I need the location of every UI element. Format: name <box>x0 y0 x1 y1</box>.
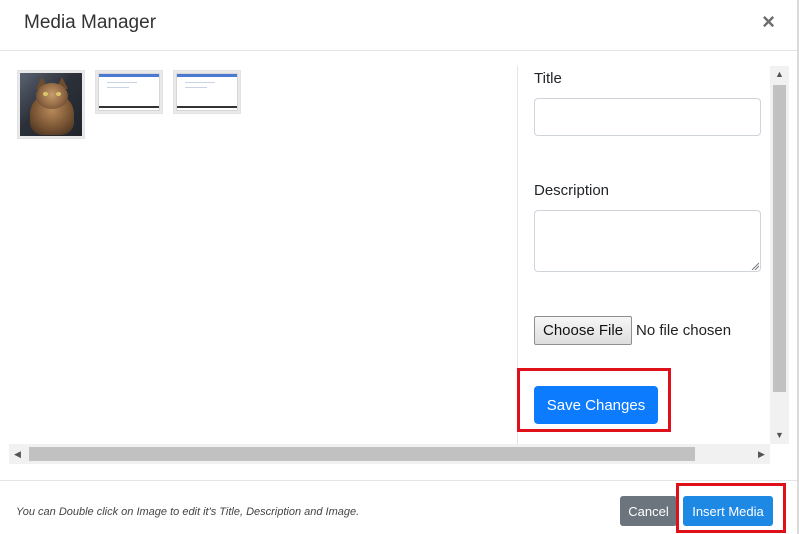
insert-media-button[interactable]: Insert Media <box>683 496 773 526</box>
horizontal-scrollbar[interactable]: ◀ ▶ <box>9 444 770 464</box>
media-manager-modal: Media Manager × Title Description Choose… <box>0 0 799 534</box>
choose-file-button[interactable]: Choose File <box>534 315 633 345</box>
help-note: You can Double click on Image to edit it… <box>16 506 360 518</box>
file-status-text: No file chosen <box>636 321 732 339</box>
media-details-form: Title Description Choose File No file ch… <box>517 66 772 444</box>
resize-grip-icon[interactable] <box>751 262 759 270</box>
scroll-left-icon[interactable]: ◀ <box>9 444 26 464</box>
modal-footer: You can Double click on Image to edit it… <box>0 480 797 534</box>
modal-body: Title Description Choose File No file ch… <box>9 66 789 464</box>
media-thumbnail-screenshot-2[interactable] <box>173 70 241 114</box>
title-label: Title <box>534 70 562 87</box>
title-input[interactable] <box>534 98 761 136</box>
file-upload: Choose File No file chosen <box>534 315 731 345</box>
scroll-up-icon[interactable]: ▲ <box>770 66 789 83</box>
cancel-button[interactable]: Cancel <box>620 496 677 526</box>
horizontal-scroll-thumb[interactable] <box>29 447 695 461</box>
vertical-scroll-thumb[interactable] <box>773 85 786 392</box>
close-icon[interactable]: × <box>762 10 775 34</box>
media-thumbnail-screenshot-1[interactable] <box>95 70 163 114</box>
modal-title: Media Manager <box>24 12 157 33</box>
modal-header: Media Manager × <box>0 0 797 51</box>
description-label: Description <box>534 182 610 199</box>
vertical-scrollbar[interactable]: ▲ ▼ <box>770 66 789 444</box>
cat-photo-icon <box>20 73 82 136</box>
save-changes-button[interactable]: Save Changes <box>534 386 658 424</box>
media-thumbnail-cat[interactable] <box>17 70 85 139</box>
screenshot-thumbnail-icon <box>176 73 238 111</box>
scroll-right-icon[interactable]: ▶ <box>753 444 770 464</box>
screenshot-thumbnail-icon <box>98 73 160 111</box>
description-textarea[interactable] <box>534 210 761 272</box>
scroll-down-icon[interactable]: ▼ <box>770 427 789 444</box>
media-gallery <box>9 66 516 444</box>
